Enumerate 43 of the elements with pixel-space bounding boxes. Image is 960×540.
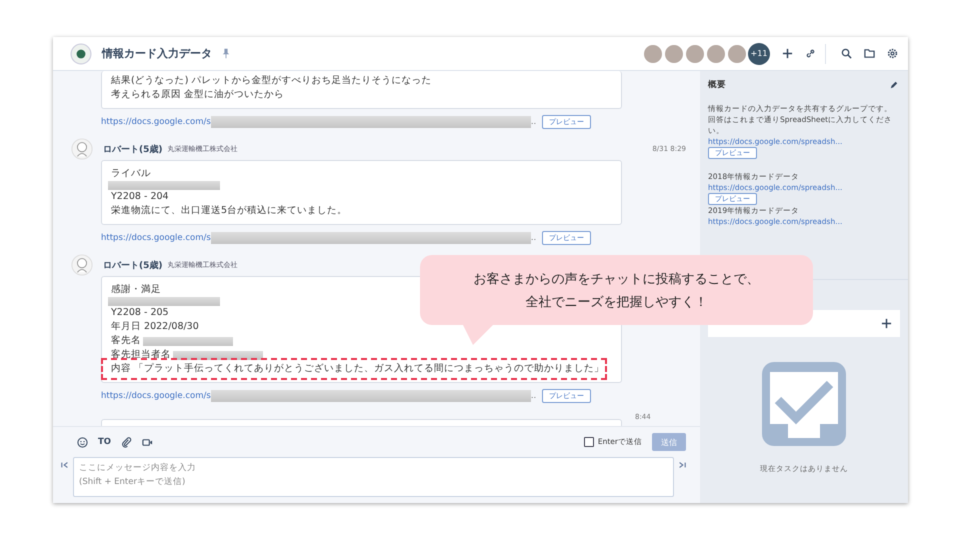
message-text: 年月日 2022/08/30 [111,320,199,334]
overview-title: 概要 [708,79,726,91]
message-input[interactable]: ここにメッセージ内容を入力 (Shift + Enterキーで送信) [73,457,674,497]
checked-tray-icon [760,360,848,448]
avatar-icon[interactable] [71,254,93,276]
video-icon[interactable] [142,436,154,448]
paperclip-icon[interactable] [121,436,132,448]
collapse-left-icon[interactable] [61,461,69,469]
link-ellipsis: .. [530,233,536,243]
message-text: 栄進物流にて、出口運送5台が積込に来ていました。 [111,204,348,218]
expand-right-icon[interactable] [678,461,686,469]
pin-icon[interactable] [222,48,230,59]
message-text: 客先名 [111,334,141,348]
message-text: Y2208 - 204 [111,190,169,204]
search-icon[interactable] [841,48,852,59]
settings-icon[interactable] [887,48,898,59]
message-text: ライバル [111,167,151,181]
author-name[interactable]: ロバート(5歳) [103,258,162,272]
message-text: 考えられる原因 金型に油がついたから [111,88,284,102]
link-ellipsis: .. [530,117,536,127]
more-members-badge[interactable]: +11 [748,42,770,64]
add-icon[interactable] [782,48,793,59]
message-text: 客先担当者名 [111,348,171,362]
document-link[interactable]: https://docs.google.com/s [101,233,211,243]
link-ellipsis: .. [530,391,536,401]
to-button[interactable]: TO [98,437,112,447]
message-text: Y2208 - 205 [111,306,169,320]
link-icon[interactable] [805,48,816,59]
message-text: 感謝・満足 [111,283,161,297]
message-text: 結果(どうなった) パレットから金型がすべりおち足当たりそうになった [111,74,432,88]
document-link[interactable]: https://docs.google.com/s [101,391,211,401]
group-icon [70,42,92,64]
author-name[interactable]: ロバート(5歳) [103,142,162,156]
edit-icon[interactable] [890,81,898,89]
document-link[interactable]: https://docs.google.com/s [101,117,211,127]
room-title: 情報カード入力データ [102,46,212,61]
message-text: 内容 「プラット手伝ってくれてありがとうございました、ガス入れてる間につまっちゃうので助かりました」 [111,362,604,376]
avatar-icon[interactable] [71,138,93,160]
callout-text: 全社でニーズを把握しやすく！ [526,294,708,310]
emoji-icon[interactable] [77,436,88,448]
callout-text: お客さまからの声をチャットに投稿することで、 [474,270,760,288]
add-icon[interactable] [881,318,892,329]
folder-icon[interactable] [864,48,875,59]
